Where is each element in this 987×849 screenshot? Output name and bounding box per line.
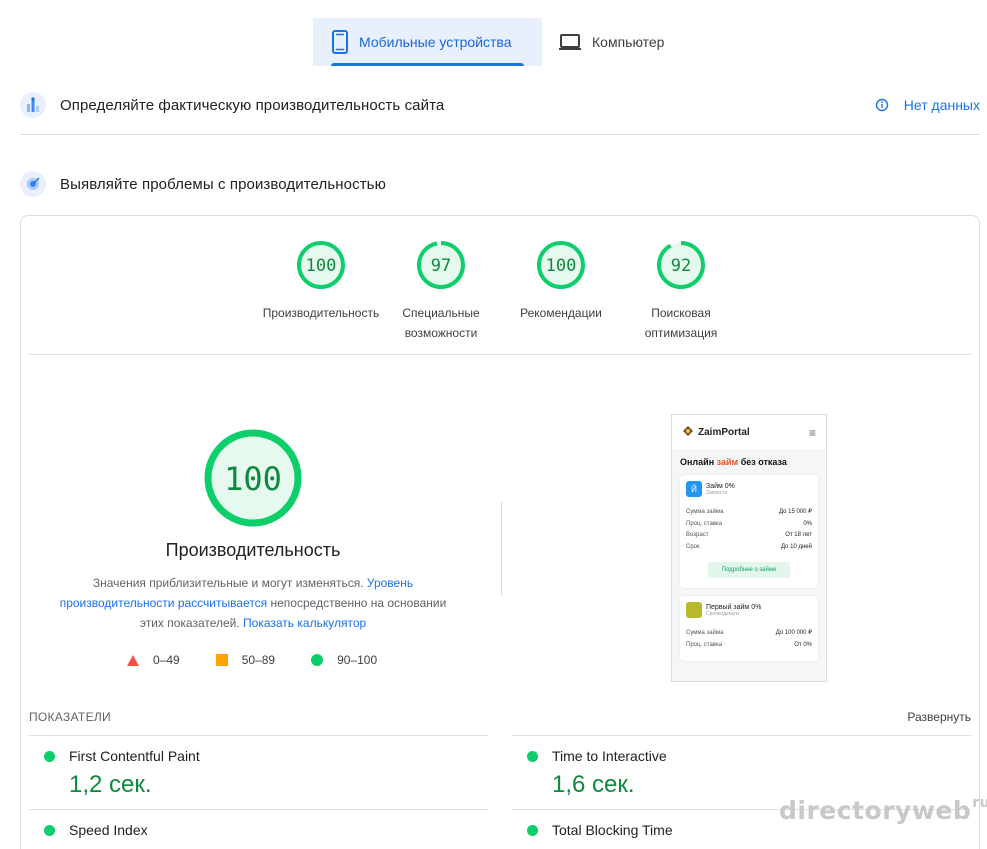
watermark-sup: ru (972, 795, 987, 811)
score-label: Рекомендации (520, 306, 602, 320)
score-value: 100 (306, 256, 337, 276)
metrics-column-left: First Contentful Paint 1,2 сек. Speed In… (29, 735, 488, 849)
offer-details-button: Подробнее о займе (708, 562, 790, 578)
legend-fail: 0–49 (127, 653, 180, 667)
score-accessibility[interactable]: 97 Специальные возможности (381, 240, 501, 343)
vertical-divider (501, 502, 502, 596)
legend-label: 50–89 (241, 653, 276, 667)
circle-icon (311, 654, 324, 666)
device-tabs: Мобильные устройства Компьютер (313, 18, 680, 66)
triangle-icon (127, 654, 139, 666)
category-scores: 100 Производительность 97 Специальные во… (261, 240, 741, 343)
calculator-link[interactable]: Показать калькулятор (243, 616, 366, 630)
pass-circle-icon (44, 751, 55, 762)
brand-name: ZaimPortal (698, 427, 750, 438)
field-data-section: Определяйте фактическую производительнос… (20, 90, 980, 120)
offer-card: Первый займ 0% Срочноденьги Сумма займа Д… (680, 596, 818, 661)
metric-name: Time to Interactive (552, 748, 667, 764)
metric-speed-index: Speed Index (29, 809, 488, 849)
performance-description: Значения приблизительные и могут изменят… (51, 573, 455, 633)
performance-score: 100 (224, 460, 282, 498)
score-gauge: 97 (417, 241, 465, 289)
score-best-practices[interactable]: 100 Рекомендации (501, 240, 621, 343)
tab-mobile[interactable]: Мобильные устройства (313, 18, 542, 66)
score-gauge: 100 (537, 241, 585, 289)
tab-mobile-label: Мобильные устройства (359, 34, 512, 50)
metrics-title: ПОКАЗАТЕЛИ (29, 710, 111, 724)
performance-summary: 100 Производительность Значения приблизи… (51, 428, 455, 633)
offer-sub: Срочноденьги (706, 610, 739, 617)
metric-value: 1,6 сек. (552, 771, 635, 798)
metric-name: Speed Index (69, 822, 148, 838)
watermark: directorywebru (779, 795, 987, 825)
lab-data-section: Выявляйте проблемы с производительностью (20, 169, 980, 199)
legend-average: 50–89 (215, 653, 276, 667)
field-data-icon (20, 92, 46, 118)
score-value: 97 (431, 256, 451, 276)
offer-logo-icon (686, 602, 702, 618)
tab-desktop[interactable]: Компьютер (542, 18, 680, 66)
smartphone-icon (331, 30, 349, 54)
score-label: Специальные возможности (402, 306, 480, 340)
pass-circle-icon (527, 751, 538, 762)
brand-logo-icon (682, 424, 694, 442)
lab-data-title: Выявляйте проблемы с производительностью (60, 175, 386, 193)
laptop-icon (558, 33, 582, 51)
score-value: 92 (671, 256, 691, 276)
watermark-text: directoryweb (779, 796, 972, 825)
offer-row: Проц. ставка От 0% (686, 641, 812, 648)
offer-row: Сумма займа До 15 000 ₽ (686, 509, 812, 515)
info-icon (875, 98, 889, 112)
score-seo[interactable]: 92 Поисковая оптимизация (621, 240, 741, 343)
desc-text: Значения приблизительные и могут изменят… (92, 576, 367, 590)
metric-name: First Contentful Paint (69, 748, 200, 764)
report-card: 100 Производительность 97 Специальные во… (20, 215, 980, 849)
score-gauge: 92 (657, 241, 705, 289)
legend-pass: 90–100 (311, 653, 377, 667)
square-icon (215, 654, 228, 666)
offer-card: Й Займ 0% Zaimer.ru Сумма займа До 15 000… (680, 475, 818, 588)
metric-name: Total Blocking Time (552, 822, 673, 838)
screenshot-header: ZaimPortal ≡ (672, 415, 826, 451)
offer-name: Займ 0% (706, 482, 735, 490)
legend-label: 90–100 (337, 653, 378, 667)
legend-label: 0–49 (153, 653, 180, 667)
metrics-column-right: Time to Interactive 1,6 сек. Total Block… (512, 735, 971, 849)
score-gauge: 100 (297, 241, 345, 289)
screenshot-heading: Онлайн займ без отказа (680, 457, 787, 467)
divider (20, 134, 980, 135)
offer-row: Сумма займа До 100 000 ₽ (686, 630, 812, 636)
metric-value: 1,2 сек. (69, 771, 152, 798)
score-legend: 0–49 50–89 90–100 (127, 653, 413, 667)
expand-toggle[interactable]: Развернуть (907, 710, 971, 724)
performance-gauge: 100 (204, 429, 302, 527)
no-data-link[interactable]: Нет данных (875, 97, 980, 113)
tab-desktop-label: Компьютер (592, 34, 665, 50)
offer-name: Первый займ 0% (706, 603, 762, 611)
score-performance[interactable]: 100 Производительность (261, 240, 381, 343)
score-label: Производительность (262, 306, 380, 320)
screenshot-body: Онлайн займ без отказа Й Займ 0% Zaimer.… (672, 451, 826, 681)
divider (29, 354, 971, 355)
field-data-title: Определяйте фактическую производительнос… (60, 96, 445, 114)
offer-row: Проц. ставка 0% (686, 520, 812, 527)
metric-fcp: First Contentful Paint 1,2 сек. (29, 735, 488, 809)
score-label: Поисковая оптимизация (644, 306, 718, 340)
pass-circle-icon (44, 825, 55, 836)
diagnostics-icon (20, 171, 46, 197)
score-value: 100 (546, 256, 577, 276)
no-data-label: Нет данных (903, 97, 980, 113)
performance-title: Производительность (165, 540, 341, 560)
metrics-header: ПОКАЗАТЕЛИ Развернуть (29, 710, 971, 724)
hamburger-menu-icon: ≡ (808, 425, 816, 440)
offer-logo-icon: Й (686, 481, 702, 497)
offer-row: Возраст От 18 лет (686, 532, 812, 538)
page-screenshot: ZaimPortal ≡ Онлайн займ без отказа Й За… (671, 414, 827, 682)
offer-sub: Zaimer.ru (706, 489, 728, 496)
pass-circle-icon (527, 825, 538, 836)
offer-row: Срок До 10 дней (686, 543, 812, 550)
